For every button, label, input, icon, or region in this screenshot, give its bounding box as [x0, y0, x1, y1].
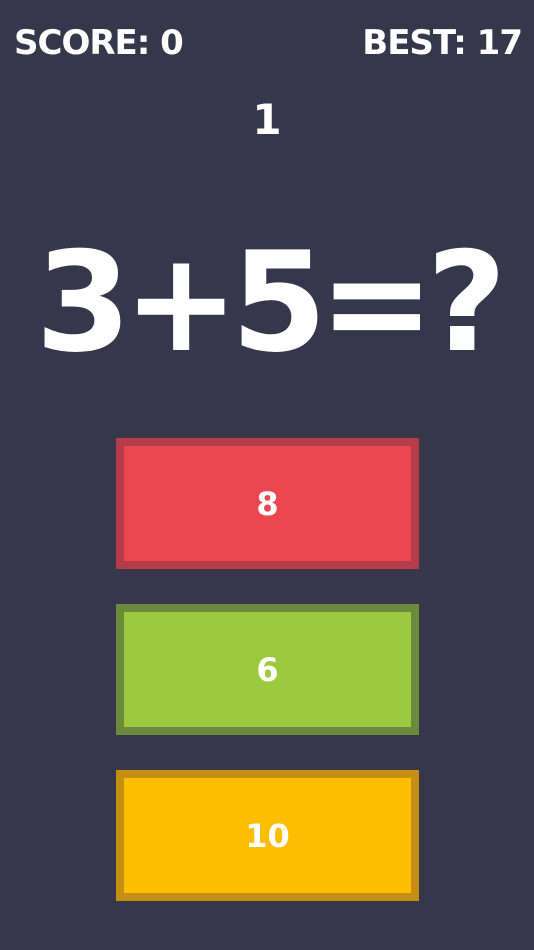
- answer-button-2[interactable]: 6: [116, 604, 419, 735]
- answer-button-1-label: 8: [256, 484, 279, 523]
- answer-button-3-label: 10: [245, 816, 290, 855]
- score-label: SCORE: 0: [14, 23, 184, 63]
- question-equation: 3+5=?: [35, 222, 506, 383]
- answer-button-2-label: 6: [256, 650, 279, 689]
- answer-button-1[interactable]: 8: [116, 438, 419, 569]
- answer-button-3[interactable]: 10: [116, 770, 419, 901]
- timer-counter: 1: [252, 95, 282, 144]
- best-score-label: BEST: 17: [362, 23, 523, 63]
